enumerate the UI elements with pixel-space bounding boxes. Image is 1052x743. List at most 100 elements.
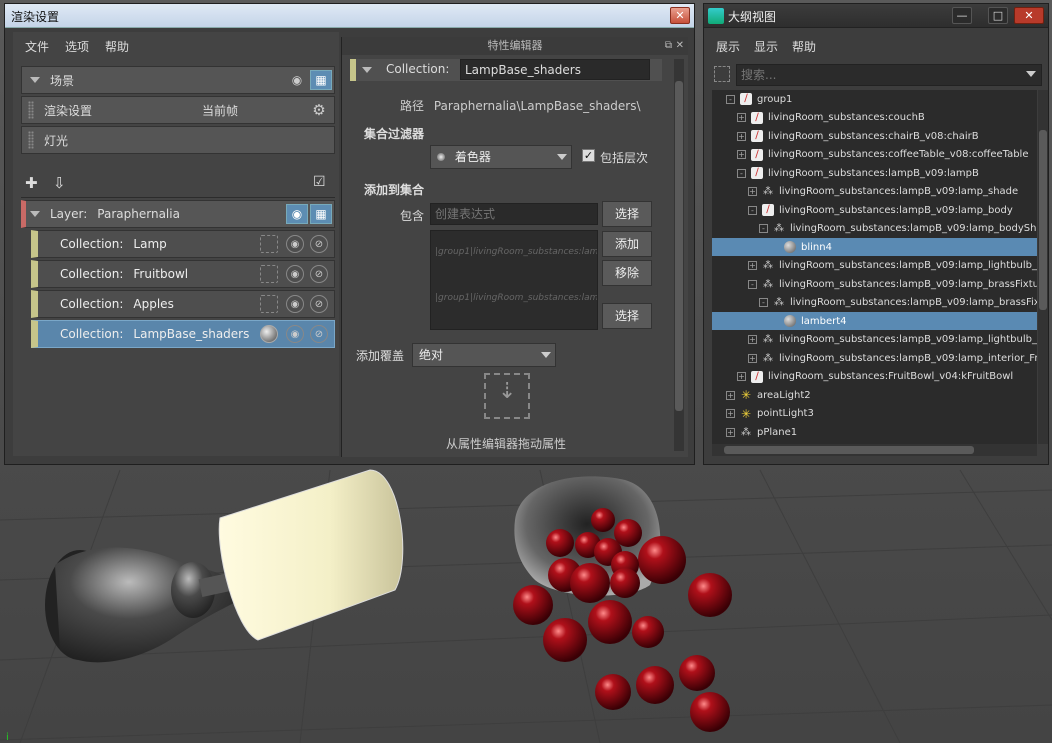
include-hierarchy-checkbox[interactable]: ✓ — [582, 149, 595, 162]
close-button[interactable]: ✕ — [1014, 7, 1044, 24]
expander-icon[interactable]: - — [748, 205, 757, 215]
expand-arrow-icon[interactable] — [30, 77, 40, 83]
expander-icon[interactable]: + — [737, 131, 746, 141]
outliner-item[interactable]: + ⁂ pPlane1 — [712, 423, 1037, 441]
render-setup-titlebar[interactable]: 渲染设置 ✕ — [5, 4, 694, 28]
expander-icon[interactable]: - — [748, 279, 757, 289]
collection-row-apples[interactable]: Collection: Apples ◉ ⊘ — [31, 290, 335, 318]
expander-icon[interactable]: + — [726, 427, 735, 437]
collection-row-lamp[interactable]: Collection: Lamp ◉ ⊘ — [31, 230, 335, 258]
disable-icon[interactable]: ⊘ — [310, 235, 328, 253]
select-button-2[interactable]: 选择 — [602, 303, 652, 329]
collection-row-fruitbowl[interactable]: Collection: Fruitbowl ◉ ⊘ — [31, 260, 335, 288]
menu-help[interactable]: 帮助 — [792, 38, 816, 55]
expander-icon[interactable]: + — [748, 261, 757, 270]
horizontal-scrollbar[interactable] — [712, 444, 1037, 456]
scrollbar[interactable] — [674, 59, 684, 451]
outliner-item[interactable]: + ⁂ livingRoom_substances:lampB_v09:lamp_s… — [712, 183, 1037, 201]
list-item[interactable]: |group1|livingRoom_substances:lampB — [435, 293, 597, 303]
disable-icon[interactable]: ⊘ — [310, 295, 328, 313]
add-button[interactable]: 添加 — [602, 231, 652, 257]
collection-members-list[interactable]: |group1|livingRoom_substances:lampB |gro… — [430, 230, 598, 330]
create-layer-icon[interactable]: ✚ — [25, 174, 38, 192]
maximize-button[interactable]: □ — [988, 7, 1008, 24]
enable-icon[interactable]: ◉ — [286, 235, 304, 253]
expander-icon[interactable]: + — [748, 353, 757, 363]
expander-icon[interactable]: - — [737, 168, 746, 178]
menu-options[interactable]: 选项 — [65, 38, 89, 55]
disable-icon[interactable]: ⊘ — [310, 325, 328, 343]
outliner-titlebar[interactable]: 大纲视图 — □ ✕ — [704, 4, 1048, 28]
close-button[interactable]: ✕ — [670, 7, 690, 24]
float-icon[interactable]: ⧉ — [665, 37, 672, 55]
expander-icon[interactable]: + — [726, 390, 735, 400]
vertical-scrollbar[interactable] — [1038, 90, 1048, 444]
filter-dropdown[interactable]: 着色器 — [430, 145, 572, 169]
lights-row[interactable]: 灯光 — [21, 126, 335, 154]
menu-display[interactable]: 展示 — [716, 38, 740, 55]
expander-icon[interactable]: + — [737, 150, 746, 159]
outliner-item[interactable]: + ⧸ livingRoom_substances:couchB — [712, 109, 1037, 127]
render-icon[interactable]: ▦ — [310, 70, 332, 90]
expand-arrow-icon[interactable] — [362, 67, 372, 73]
outliner-item[interactable]: + ⧸ livingRoom_substances:FruitBowl_v04:kF… — [712, 368, 1037, 386]
isolate-select-icon[interactable] — [260, 295, 278, 313]
visibility-eye-icon[interactable]: ◉ — [286, 204, 308, 224]
outliner-tree[interactable]: - ⧸ group1 + ⧸ livingRoom_substances:couchB + ⧸… — [712, 90, 1037, 444]
expander-icon[interactable]: - — [759, 224, 768, 233]
drop-zone[interactable]: ⇣ — [484, 373, 530, 419]
collection-header[interactable]: Collection: LampBase_shaders — [350, 59, 662, 81]
expander-icon[interactable]: + — [737, 113, 746, 122]
outliner-item[interactable]: + ⧸ livingRoom_substances:coffeeTable_v08:… — [712, 146, 1037, 164]
menu-help[interactable]: 帮助 — [105, 38, 129, 55]
enable-icon[interactable]: ◉ — [286, 295, 304, 313]
collection-row-lampbase-shaders[interactable]: Collection: LampBase_shaders ◉ ⊘ — [31, 320, 335, 348]
outliner-item[interactable]: - ⧸ livingRoom_substances:lampB_v09:lamp_b… — [712, 201, 1037, 219]
expression-input[interactable] — [430, 203, 598, 225]
minimize-button[interactable]: — — [952, 7, 972, 24]
outliner-item[interactable]: + ⧸ livingRoom_substances:chairB_v08:chair… — [712, 127, 1037, 145]
outliner-item[interactable]: + ⁂ livingRoom_substances:lampB_v09:lamp_l… — [712, 257, 1037, 275]
isolate-select-icon[interactable] — [260, 265, 278, 283]
outliner-item[interactable]: - ⁂ livingRoom_substances:lampB_v09:lamp_b… — [712, 294, 1037, 312]
expander-icon[interactable]: - — [726, 94, 735, 104]
enable-icon[interactable]: ◉ — [286, 325, 304, 343]
outliner-item[interactable]: + ⁂ livingRoom_substances:lampB_v09:lamp_i… — [712, 349, 1037, 367]
outliner-item[interactable]: - ⁂ livingRoom_substances:lampB_v09:lamp_b… — [712, 220, 1037, 238]
list-item[interactable]: |group1|livingRoom_substances:lampB — [435, 247, 597, 257]
collection-name-field[interactable]: LampBase_shaders — [460, 59, 650, 80]
expander-icon[interactable]: + — [748, 335, 757, 344]
drag-grip-icon[interactable] — [28, 131, 34, 149]
import-icon[interactable]: ⇩ — [53, 174, 66, 192]
enable-icon[interactable]: ◉ — [286, 265, 304, 283]
layer-row[interactable]: Layer: Paraphernalia ◉ ▦ — [21, 200, 335, 228]
override-dropdown[interactable]: 绝对 — [412, 343, 556, 367]
outliner-item[interactable]: lambert4 — [712, 312, 1037, 330]
render-icon[interactable]: ▦ — [310, 204, 332, 224]
disable-icon[interactable]: ⊘ — [310, 265, 328, 283]
gear-icon[interactable]: ⚙ — [308, 100, 330, 120]
drag-grip-icon[interactable] — [28, 101, 34, 119]
scene-row[interactable]: 场景 ◉ ▦ — [21, 66, 335, 94]
expand-arrow-icon[interactable] — [30, 211, 40, 217]
menu-show[interactable]: 显示 — [754, 38, 778, 55]
expander-icon[interactable]: + — [748, 187, 757, 196]
outliner-item[interactable]: - ⧸ group1 — [712, 90, 1037, 108]
outliner-item[interactable]: + ✳ pointLight3 — [712, 405, 1037, 423]
scrollbar-thumb[interactable] — [724, 446, 974, 454]
expander-icon[interactable]: + — [737, 372, 746, 381]
expander-icon[interactable]: + — [726, 409, 735, 418]
close-icon[interactable]: ✕ — [676, 37, 684, 55]
expander-icon[interactable]: - — [759, 298, 768, 307]
visibility-eye-icon[interactable]: ◉ — [286, 70, 308, 90]
search-input[interactable] — [736, 64, 1042, 86]
outliner-item[interactable]: - ⁂ livingRoom_substances:lampB_v09:lamp_b… — [712, 275, 1037, 293]
render-settings-row[interactable]: 渲染设置 当前帧 ⚙ — [21, 96, 335, 124]
outliner-item[interactable]: + ✳ areaLight2 — [712, 386, 1037, 404]
chevron-down-icon[interactable] — [1026, 71, 1036, 77]
checklist-icon[interactable]: ☑ — [313, 174, 326, 190]
scrollbar-thumb[interactable] — [1039, 130, 1047, 310]
outliner-item[interactable]: - ⧸ livingRoom_substances:lampB_v09:lampB — [712, 164, 1037, 182]
menu-file[interactable]: 文件 — [25, 38, 49, 55]
outliner-item[interactable]: blinn4 — [712, 238, 1037, 256]
